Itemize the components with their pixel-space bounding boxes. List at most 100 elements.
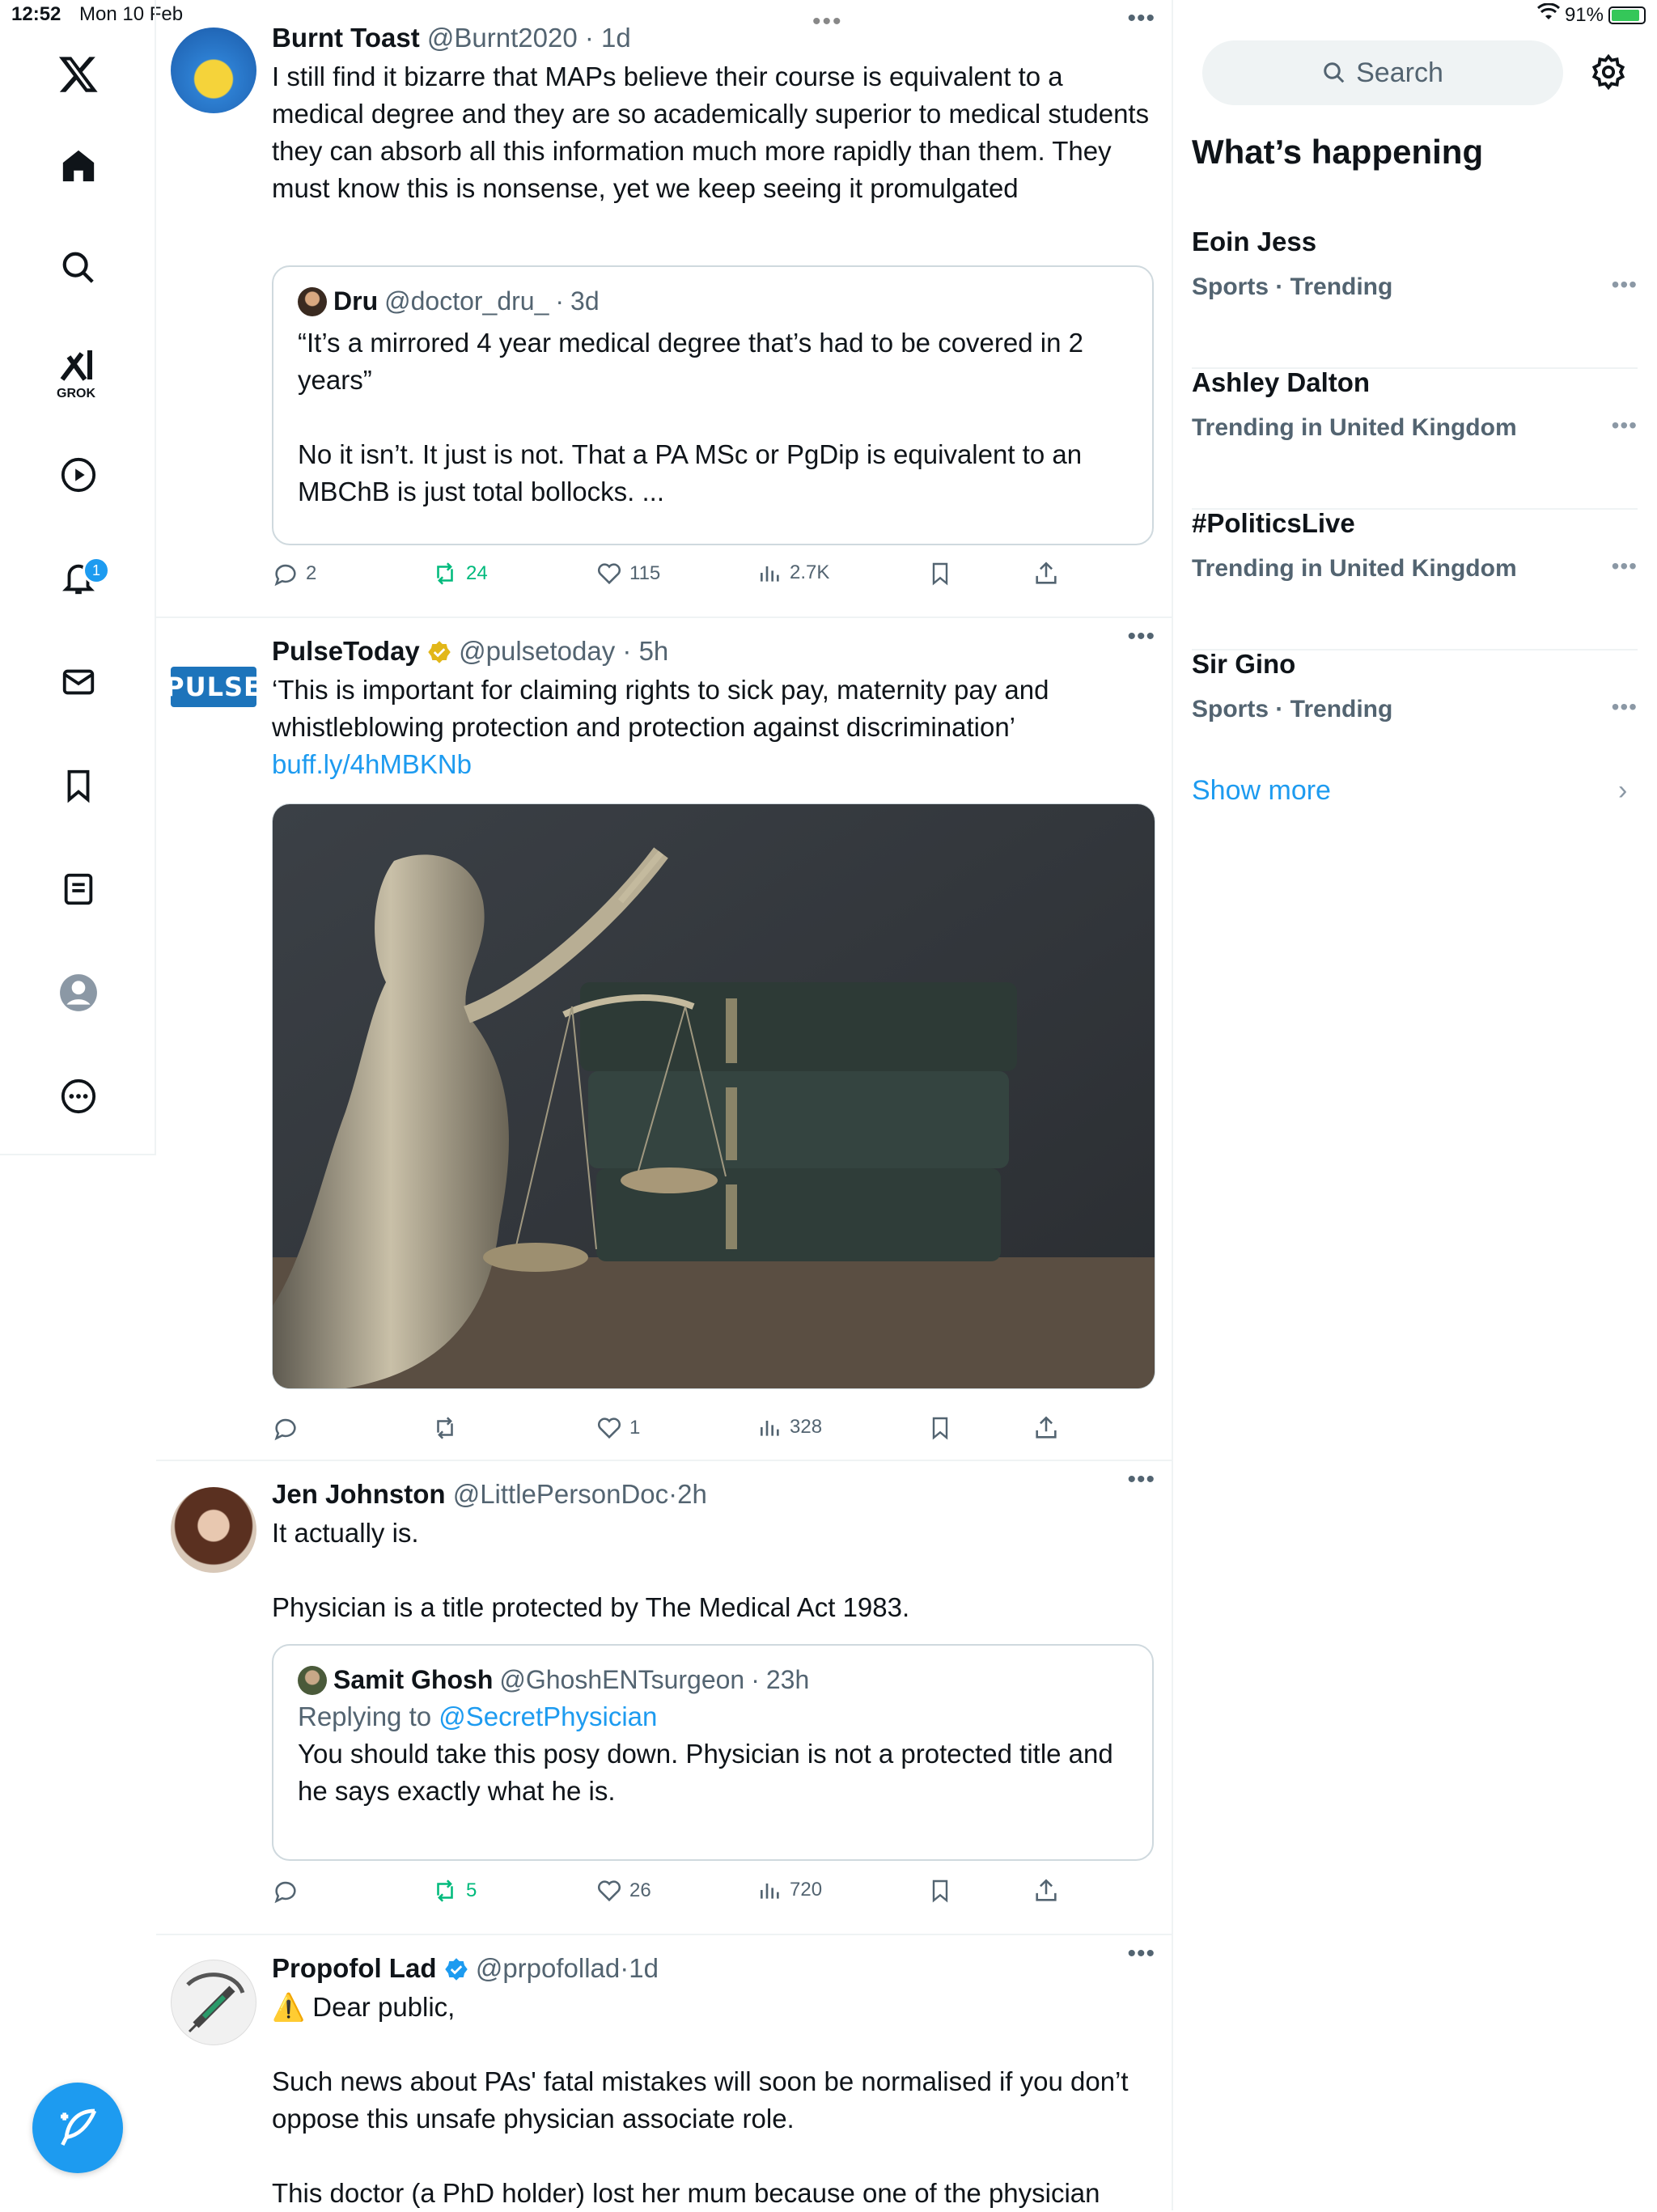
author-name[interactable]: PulseToday: [272, 636, 420, 666]
repost-icon: [437, 1417, 453, 1439]
like-button[interactable]: 1: [595, 1414, 640, 1442]
avatar[interactable]: [171, 28, 256, 113]
repost-count: 24: [466, 562, 488, 584]
tweet[interactable]: ••• Propofol Lad @prpofollad·1d ⚠️ Dear …: [156, 1935, 1172, 2210]
bookmark-button[interactable]: [927, 1414, 953, 1442]
search-icon: [1324, 62, 1345, 83]
like-button[interactable]: 26: [595, 1877, 651, 1905]
tweet[interactable]: ••• Jen Johnston @LittlePersonDoc·2h It …: [156, 1461, 1172, 1935]
more-icon[interactable]: [53, 1071, 104, 1121]
bookmark-icon: [932, 562, 948, 586]
author-name[interactable]: Jen Johnston: [272, 1479, 446, 1509]
home-icon[interactable]: [53, 141, 104, 191]
author-handle[interactable]: @Burnt2020: [427, 23, 578, 53]
post-time[interactable]: 1d: [601, 23, 631, 53]
quote-tweet[interactable]: Dru @doctor_dru_ · 3d “It’s a mirrored 4 y…: [272, 265, 1154, 545]
search-input[interactable]: Search: [1202, 40, 1563, 105]
like-count: 26: [629, 1879, 651, 1901]
profile-icon[interactable]: [53, 968, 104, 1018]
messages-icon[interactable]: [53, 657, 104, 707]
tweet[interactable]: ••• Burnt Toast @Burnt2020 · 1d I still …: [156, 0, 1172, 618]
author-name[interactable]: Burnt Toast: [272, 23, 420, 53]
post-time[interactable]: 1d: [629, 1953, 659, 1983]
post-time[interactable]: 2h: [677, 1479, 707, 1509]
trend-item[interactable]: Ashley Dalton Trending in United Kingdom…: [1192, 367, 1638, 510]
post-time[interactable]: 5h: [639, 636, 669, 666]
trend-title: Eoin Jess: [1192, 227, 1317, 256]
status-indicators: 91%: [1536, 2, 1646, 27]
share-button[interactable]: [1032, 1414, 1060, 1442]
timeline: ••• Burnt Toast @Burnt2020 · 1d I still …: [156, 0, 1173, 2210]
replying-to: Replying to @SecretPhysician: [298, 1701, 1128, 1732]
settings-button[interactable]: [1590, 53, 1627, 95]
repost-count: 5: [466, 1879, 477, 1901]
video-icon[interactable]: [53, 450, 104, 500]
avatar[interactable]: PULSE: [171, 667, 256, 707]
views-button[interactable]: 328: [757, 1414, 822, 1440]
tweet[interactable]: PULSE ••• PulseToday @pulsetoday · 5h ‘T…: [156, 618, 1172, 1461]
repost-button[interactable]: 24: [430, 560, 488, 587]
grok-icon[interactable]: [53, 340, 104, 390]
replying-to-handle[interactable]: @SecretPhysician: [439, 1701, 657, 1731]
post-image[interactable]: [272, 803, 1155, 1389]
author-handle[interactable]: @pulsetoday: [459, 636, 615, 666]
post-link[interactable]: buff.ly/4hMBKNb: [272, 749, 472, 779]
bookmark-button[interactable]: [927, 1877, 953, 1905]
avatar[interactable]: [171, 1960, 256, 2045]
chevron-right-icon: ›: [1618, 775, 1628, 806]
bookmarks-icon[interactable]: [53, 761, 104, 811]
replying-to-label: Replying to: [298, 1701, 432, 1731]
lady-justice-image: [273, 804, 1155, 1388]
author-handle[interactable]: @prpofollad: [476, 1953, 620, 1983]
view-count: 2.7K: [790, 561, 830, 583]
repost-button[interactable]: [430, 1414, 466, 1442]
share-icon: [1036, 1416, 1057, 1439]
syringe-logo-icon: [186, 1973, 245, 2033]
bookmark-button[interactable]: [927, 560, 953, 587]
like-button[interactable]: 115: [595, 560, 660, 587]
post-text: Dear public, Such news about PAs' fatal …: [272, 1992, 1129, 2208]
pulse-logo: PULSE: [171, 672, 256, 702]
author-handle[interactable]: @LittlePersonDoc: [453, 1479, 668, 1509]
share-icon: [1036, 561, 1057, 584]
trend-more-icon[interactable]: •••: [1612, 272, 1638, 298]
share-button[interactable]: [1032, 560, 1060, 587]
quote-author-handle: @doctor_dru_: [384, 286, 549, 316]
share-button[interactable]: [1032, 1877, 1060, 1905]
show-more-link[interactable]: Show more: [1192, 775, 1331, 807]
post-text: I still find it bizarre that MAPs believ…: [272, 61, 1157, 203]
reply-button[interactable]: [272, 1877, 306, 1905]
verified-gold-icon: [428, 641, 451, 663]
quote-tweet[interactable]: Samit Ghosh @GhoshENTsurgeon · 23h Replyin…: [272, 1644, 1154, 1861]
tweet-actions: 1 328: [272, 1414, 1154, 1447]
author-name[interactable]: Propofol Lad: [272, 1953, 436, 1983]
quote-author-name: Samit Ghosh: [333, 1665, 494, 1694]
trend-more-icon[interactable]: •••: [1612, 413, 1638, 439]
trend-more-icon[interactable]: •••: [1612, 694, 1638, 720]
search-icon[interactable]: [53, 243, 104, 293]
quote-avatar: [298, 1665, 327, 1695]
trend-item[interactable]: #PoliticsLive Trending in United Kingdom…: [1192, 508, 1638, 650]
reply-button[interactable]: 2: [272, 560, 316, 587]
trend-item[interactable]: Sir Gino Sports · Trending •••: [1192, 649, 1638, 790]
gear-icon: [1591, 53, 1625, 91]
left-nav: GROK 1: [0, 0, 156, 1155]
avatar[interactable]: [171, 1487, 256, 1573]
post-text: It actually is. Physician is a title pro…: [272, 1518, 910, 1622]
reply-icon: [274, 564, 296, 587]
reply-count: 2: [306, 562, 317, 584]
trend-meta: Sports · Trending: [1192, 696, 1393, 723]
repost-button[interactable]: 5: [430, 1877, 477, 1905]
views-button[interactable]: 2.7K: [757, 560, 829, 586]
reply-button[interactable]: [272, 1414, 306, 1442]
lists-icon[interactable]: [53, 864, 104, 914]
x-logo-icon[interactable]: [53, 49, 104, 99]
compose-button[interactable]: [32, 2083, 123, 2173]
quote-text: “It’s a mirrored 4 year medical degree t…: [298, 328, 1083, 506]
trend-more-icon[interactable]: •••: [1612, 553, 1638, 579]
quote-avatar: [298, 286, 327, 316]
view-count: 328: [790, 1416, 823, 1438]
trend-item[interactable]: Eoin Jess Sports · Trending •••: [1192, 227, 1638, 369]
grok-label: GROK: [57, 387, 95, 400]
views-button[interactable]: 720: [757, 1877, 822, 1903]
